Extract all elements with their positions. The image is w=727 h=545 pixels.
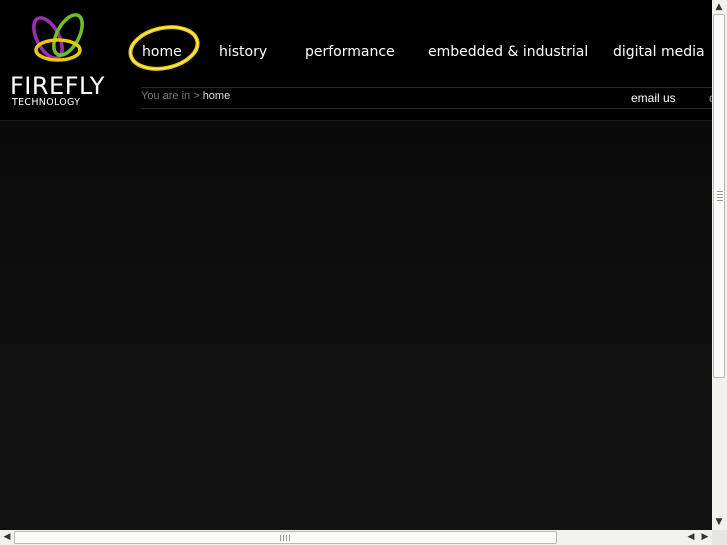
- horizontal-scroll-thumb[interactable]: [14, 531, 557, 544]
- nav-item-digital-media[interactable]: digital media: [613, 44, 705, 60]
- logo-wordmark: FIREFLY: [10, 72, 105, 100]
- scroll-right-arrow-icon[interactable]: ▶: [698, 530, 712, 544]
- scrollbar-corner: [712, 530, 727, 545]
- header-divider-bottom: [141, 108, 712, 109]
- breadcrumb-current[interactable]: home: [203, 90, 231, 102]
- main-content-area: [0, 121, 712, 530]
- page: FIREFLY TECHNOLOGY home history performa…: [0, 0, 712, 530]
- firefly-logo-mark-icon: [32, 13, 84, 62]
- scroll-down-arrow-icon[interactable]: ▼: [712, 515, 726, 529]
- nav-item-embedded-industrial[interactable]: embedded & industrial: [428, 44, 588, 60]
- firefly-logo[interactable]: FIREFLY TECHNOLOGY: [8, 8, 108, 108]
- nav-item-history[interactable]: history: [219, 44, 267, 60]
- scroll-left-arrow-icon[interactable]: ◀: [0, 530, 14, 544]
- vertical-scrollbar[interactable]: ▲ ▼: [712, 0, 727, 530]
- nav-item-performance[interactable]: performance: [305, 44, 395, 60]
- horizontal-thumb-grip-icon: [280, 535, 292, 541]
- scroll-up-arrow-icon[interactable]: ▲: [712, 0, 726, 14]
- scroll-left-arrow-secondary-icon[interactable]: ◀: [684, 530, 698, 544]
- horizontal-scrollbar[interactable]: ◀ ◀ ▶: [0, 530, 712, 545]
- email-us-link[interactable]: email us: [631, 91, 676, 105]
- header-divider-top: [141, 87, 712, 88]
- vertical-scroll-thumb[interactable]: [713, 14, 725, 378]
- breadcrumb-prefix: You are in >: [141, 90, 200, 102]
- site-header: FIREFLY TECHNOLOGY home history performa…: [0, 0, 712, 121]
- breadcrumb: You are in > home: [141, 90, 230, 102]
- vertical-thumb-grip-icon: [717, 191, 723, 203]
- logo-subtitle: TECHNOLOGY: [12, 97, 81, 108]
- nav-item-home[interactable]: home: [142, 44, 182, 60]
